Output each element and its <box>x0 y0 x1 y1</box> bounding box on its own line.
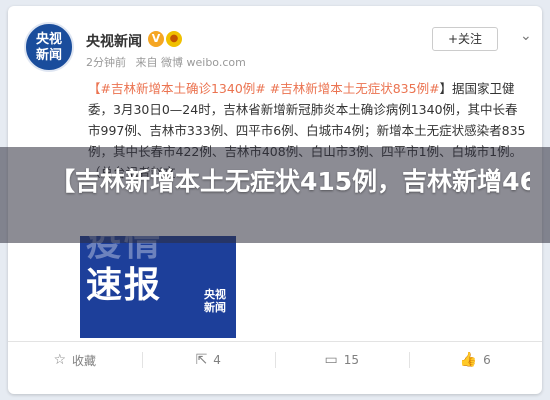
share-icon: ⇱ <box>195 352 208 368</box>
author-name[interactable]: 央视新闻 <box>86 31 142 51</box>
post-hashtags[interactable]: 【#吉林新增本土确诊1340例# #吉林新增本土无症状835例# <box>88 81 440 96</box>
avatar-line2: 新闻 <box>35 48 62 63</box>
medal-icon: ● <box>166 31 182 47</box>
comment-button[interactable]: ▭ 15 <box>275 342 409 378</box>
action-bar: ☆ 收藏 ⇱ 4 ▭ 15 👍 6 <box>8 342 542 378</box>
repost-button[interactable]: ⇱ 4 <box>141 342 276 378</box>
post-time[interactable]: 2分钟前 <box>86 56 126 69</box>
image-logo-line1: 央视 <box>204 288 226 301</box>
thumbs-up-icon: 👍 <box>459 352 478 368</box>
star-icon: ☆ <box>53 352 67 368</box>
like-count: 6 <box>483 353 491 367</box>
image-logo-line2: 新闻 <box>204 301 226 314</box>
image-text-main: 速报 <box>86 265 163 306</box>
favorite-label: 收藏 <box>72 353 97 368</box>
comment-count: 15 <box>343 353 359 367</box>
follow-button[interactable]: +关注 <box>432 27 498 51</box>
favorite-button[interactable]: ☆ 收藏 <box>8 342 142 378</box>
post-meta: 2分钟前 来自 微博 weibo.com <box>86 54 252 70</box>
repost-count: 4 <box>213 353 221 367</box>
avatar[interactable]: 央视 新闻 <box>24 22 74 72</box>
image-logo: 央视 新闻 <box>204 288 226 314</box>
overlay-headline: 【吉林新增本土无症状415例，吉林新增46例本土确诊 无症 <box>50 167 530 196</box>
like-button[interactable]: 👍 6 <box>408 342 543 378</box>
comment-icon: ▭ <box>324 352 338 368</box>
avatar-line1: 央视 <box>35 32 62 47</box>
v-badge-icon: V <box>148 31 164 47</box>
chevron-down-icon[interactable]: ⌄ <box>520 28 532 44</box>
post-image[interactable]: 疫情 速报 央视 新闻 <box>80 236 236 338</box>
post-source: 来自 微博 weibo.com <box>135 56 246 69</box>
